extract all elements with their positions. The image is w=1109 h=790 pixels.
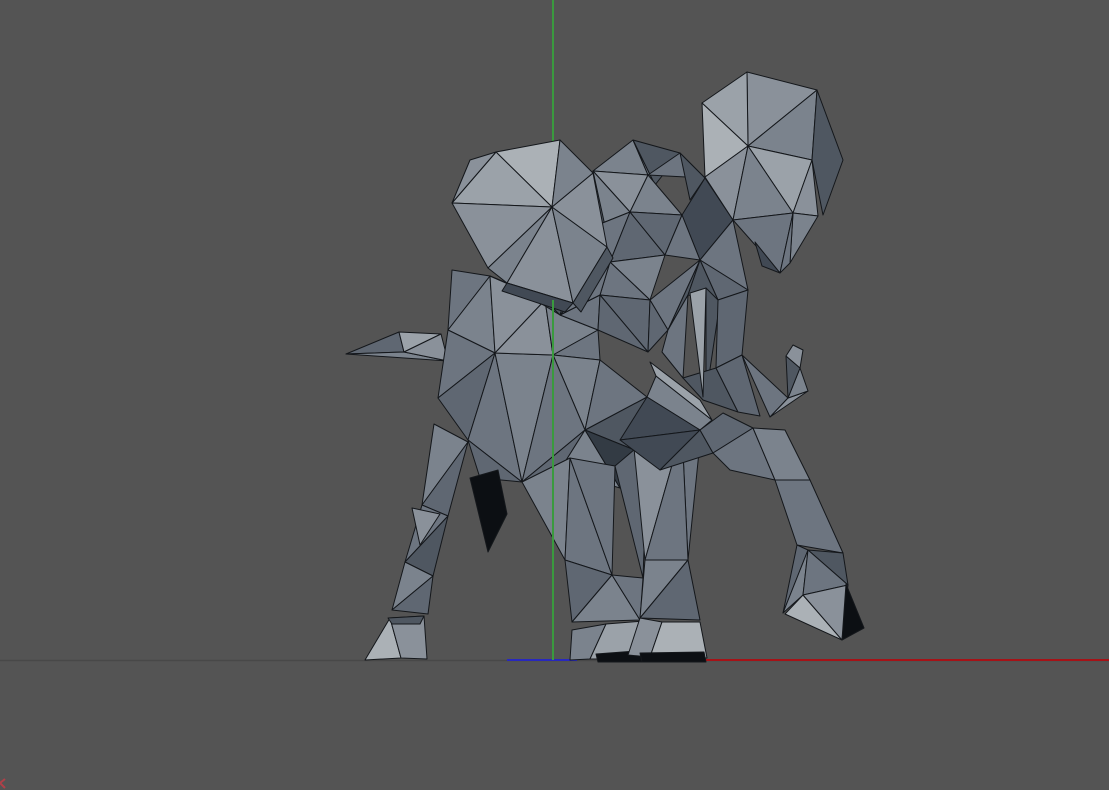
viewport-3d[interactable] — [0, 0, 1109, 790]
mesh-face — [639, 651, 707, 663]
mesh-face — [387, 615, 425, 625]
scene-svg — [0, 0, 1109, 790]
